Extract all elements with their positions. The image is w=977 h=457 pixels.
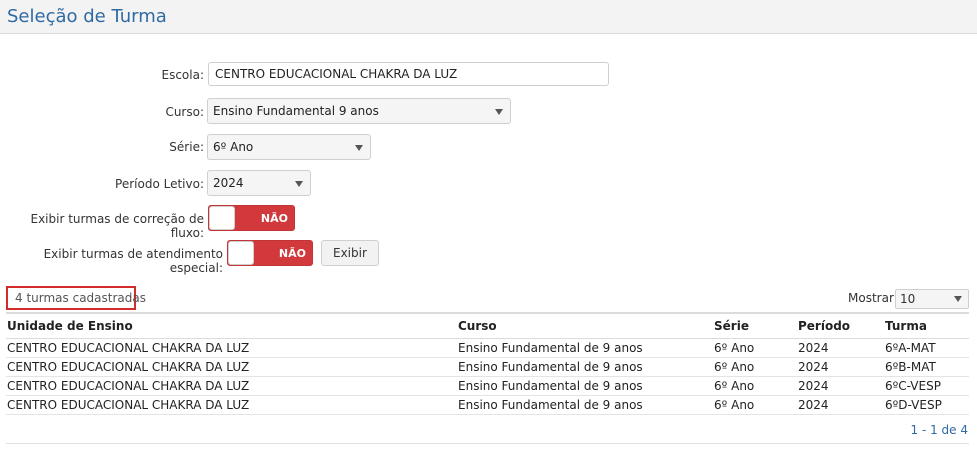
table-row[interactable]: CENTRO EDUCACIONAL CHAKRA DA LUZ Ensino … (6, 395, 969, 415)
correcao-label: Exibir turmas de correção de fluxo: (30, 212, 205, 240)
periodo-label: Período Letivo: (115, 177, 204, 191)
table-cell: Ensino Fundamental de 9 anos (457, 357, 713, 377)
correcao-toggle[interactable]: NÃO (208, 205, 295, 231)
serie-select-value: 6º Ano (213, 140, 254, 154)
table-cell: Ensino Fundamental de 9 anos (457, 338, 713, 358)
table-cell: 2024 (797, 395, 884, 415)
column-header[interactable]: Série (713, 312, 797, 339)
table-cell: CENTRO EDUCACIONAL CHAKRA DA LUZ (6, 395, 457, 415)
table-cell: 6ºD-VESP (884, 395, 969, 415)
table-cell: 6º Ano (713, 395, 797, 415)
pagination-info: 1 - 1 de 4 (910, 423, 969, 437)
results-count: 4 turmas cadastradas (6, 286, 146, 310)
table-row[interactable]: CENTRO EDUCACIONAL CHAKRA DA LUZ Ensino … (6, 357, 969, 377)
table-cell: 2024 (797, 357, 884, 377)
table-cell: 6º Ano (713, 376, 797, 396)
table-cell: 6ºC-VESP (884, 376, 969, 396)
column-header[interactable]: Turma (884, 312, 969, 339)
table-row[interactable]: CENTRO EDUCACIONAL CHAKRA DA LUZ Ensino … (6, 338, 969, 358)
turmas-table: Unidade de Ensino Curso Série Período Tu… (6, 312, 969, 415)
chevron-down-icon (295, 181, 303, 187)
table-cell: 2024 (797, 338, 884, 358)
serie-select[interactable]: 6º Ano (207, 134, 371, 160)
page-size-select[interactable]: 10 (895, 289, 969, 309)
toggle-knob (209, 206, 235, 230)
escola-field[interactable]: CENTRO EDUCACIONAL CHAKRA DA LUZ (208, 62, 609, 86)
especial-toggle[interactable]: NÃO (227, 240, 313, 266)
table-cell: 6ºB-MAT (884, 357, 969, 377)
table-row[interactable]: CENTRO EDUCACIONAL CHAKRA DA LUZ Ensino … (6, 376, 969, 396)
mostrar-label: Mostrar: (848, 291, 898, 305)
table-cell: 2024 (797, 376, 884, 396)
table-cell: Ensino Fundamental de 9 anos (457, 395, 713, 415)
page-size-value: 10 (900, 292, 916, 306)
curso-select-value: Ensino Fundamental 9 anos (213, 104, 379, 118)
table-header-row: Unidade de Ensino Curso Série Período Tu… (6, 312, 969, 339)
chevron-down-icon (355, 145, 363, 151)
table-cell: CENTRO EDUCACIONAL CHAKRA DA LUZ (6, 338, 457, 358)
toggle-knob (228, 241, 254, 265)
curso-label: Curso: (165, 105, 204, 119)
escola-label: Escola: (161, 68, 204, 82)
serie-label: Série: (169, 140, 204, 154)
correcao-toggle-state: NÃO (260, 212, 288, 225)
especial-label: Exibir turmas de atendimento especial: (43, 247, 223, 275)
table-cell: Ensino Fundamental de 9 anos (457, 376, 713, 396)
periodo-select[interactable]: 2024 (207, 170, 311, 196)
periodo-select-value: 2024 (213, 176, 244, 190)
table-cell: 6º Ano (713, 338, 797, 358)
chevron-down-icon (954, 296, 962, 302)
exibir-button[interactable]: Exibir (321, 240, 379, 266)
table-cell: CENTRO EDUCACIONAL CHAKRA DA LUZ (6, 357, 457, 377)
especial-toggle-state: NÃO (278, 247, 306, 260)
column-header[interactable]: Unidade de Ensino (6, 312, 457, 339)
chevron-down-icon (495, 109, 503, 115)
page-header: Seleção de Turma (0, 0, 977, 34)
table-cell: CENTRO EDUCACIONAL CHAKRA DA LUZ (6, 376, 457, 396)
table-cell: 6ºA-MAT (884, 338, 969, 358)
table-cell: 6º Ano (713, 357, 797, 377)
page-title: Seleção de Turma (7, 6, 167, 27)
curso-select[interactable]: Ensino Fundamental 9 anos (207, 98, 511, 124)
column-header[interactable]: Curso (457, 312, 713, 339)
column-header[interactable]: Período (797, 312, 884, 339)
divider (6, 443, 969, 444)
